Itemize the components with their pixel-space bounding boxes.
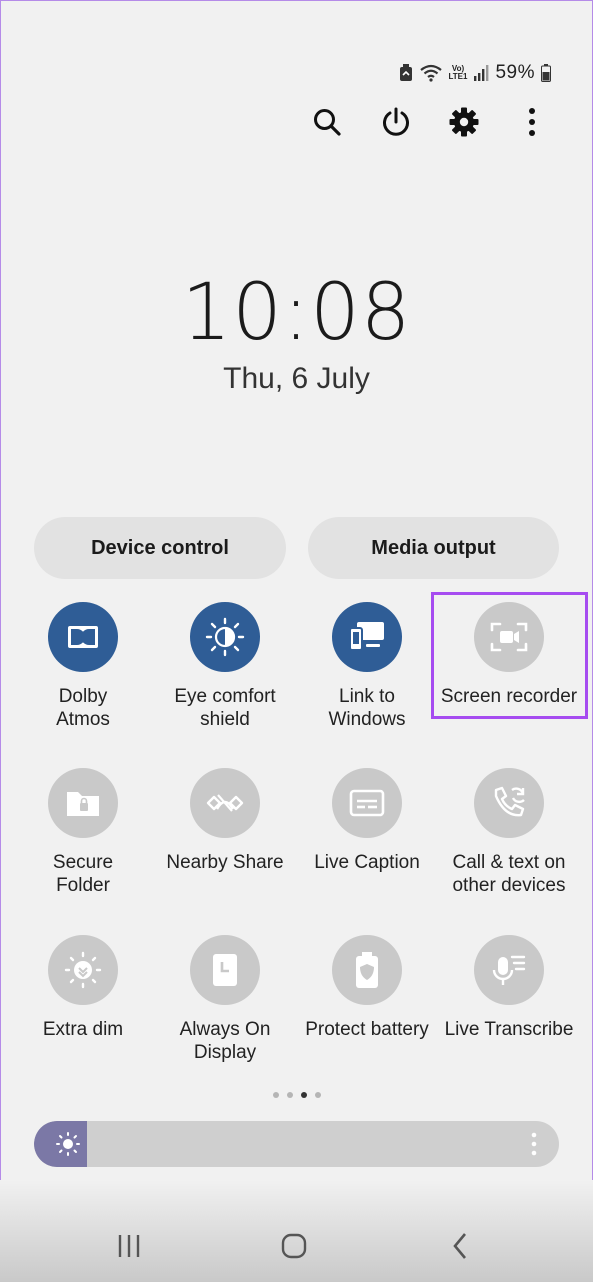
link-windows-icon xyxy=(349,622,384,651)
tile-label-line2: Folder xyxy=(56,875,110,896)
tile-toggle[interactable] xyxy=(332,768,402,838)
tile-label-line1: Dolby xyxy=(58,686,108,707)
tile-label-line1: Secure xyxy=(52,852,114,873)
tile-label: Call & text on other devices xyxy=(438,851,580,897)
tile-label-line1: Link to xyxy=(339,686,395,707)
search-icon xyxy=(314,109,341,136)
dolby-icon xyxy=(68,626,98,648)
page-dot[interactable] xyxy=(314,1092,321,1098)
tile-label: Live Transcribe xyxy=(438,1018,580,1041)
tile-label: Link to Windows xyxy=(296,685,438,731)
tile-toggle[interactable] xyxy=(474,768,544,838)
tile-eye-comfort-shield[interactable]: Eye comfort shield xyxy=(154,602,296,731)
tile-toggle[interactable] xyxy=(332,602,402,672)
more-options-button[interactable] xyxy=(510,100,554,144)
power-icon xyxy=(383,107,409,136)
page-dot[interactable] xyxy=(286,1092,293,1098)
wifi-icon xyxy=(419,64,442,82)
clock-time: 10:08 xyxy=(181,268,412,358)
transcribe-icon xyxy=(492,955,526,985)
tile-label-line2: Atmos xyxy=(56,709,110,730)
brightness-more-icon[interactable] xyxy=(531,1132,537,1156)
page-indicator xyxy=(0,1092,593,1098)
tile-label-line1: Protect battery xyxy=(305,1019,429,1040)
screen-recorder-highlight xyxy=(431,592,588,719)
nearby-share-icon xyxy=(206,794,244,812)
tile-label-line1: Nearby Share xyxy=(166,852,284,873)
tile-label-line2: shield xyxy=(200,709,250,730)
search-button[interactable] xyxy=(305,100,349,144)
network-label: Vo) LTE1 xyxy=(449,65,468,81)
lte-label: LTE1 xyxy=(448,72,468,81)
tile-dolby-atmos[interactable]: Dolby Atmos xyxy=(12,602,154,731)
caption-icon xyxy=(349,789,385,817)
tile-toggle[interactable] xyxy=(190,935,260,1005)
battery-icon xyxy=(541,64,551,82)
tile-toggle[interactable] xyxy=(332,935,402,1005)
tile-label-line1: Call & text on xyxy=(452,852,566,873)
tile-label-line2: other devices xyxy=(452,875,566,896)
back-button[interactable] xyxy=(438,1228,482,1264)
tile-label-line2: Windows xyxy=(328,709,406,730)
status-bar: Vo) LTE1 59% xyxy=(399,62,551,84)
tile-toggle[interactable] xyxy=(474,935,544,1005)
tile-secure-folder[interactable]: Secure Folder xyxy=(12,768,154,897)
more-icon xyxy=(529,108,535,136)
signal-icon xyxy=(474,65,489,81)
brightness-icon xyxy=(56,1132,80,1156)
back-icon xyxy=(453,1233,466,1259)
tile-label-line1: Extra dim xyxy=(42,1019,124,1040)
eye-comfort-icon xyxy=(205,617,245,657)
tile-label-line1: Live Caption xyxy=(314,852,420,873)
home-icon xyxy=(281,1233,307,1259)
tile-toggle[interactable] xyxy=(48,935,118,1005)
quick-panel-toolbar xyxy=(0,100,593,144)
brightness-slider[interactable] xyxy=(34,1121,559,1167)
tile-label: Extra dim xyxy=(12,1018,154,1041)
tile-toggle[interactable] xyxy=(48,602,118,672)
tile-live-transcribe[interactable]: Live Transcribe xyxy=(438,935,580,1041)
page-dot[interactable] xyxy=(272,1092,279,1098)
tile-label: Nearby Share xyxy=(154,851,296,874)
call-text-icon xyxy=(494,786,525,817)
tile-label-line2: Display xyxy=(193,1042,257,1063)
tile-label: Always On Display xyxy=(154,1018,296,1064)
tile-nearby-share[interactable]: Nearby Share xyxy=(154,768,296,874)
tile-live-caption[interactable]: Live Caption xyxy=(296,768,438,874)
clock-date: Thu, 6 July xyxy=(223,362,370,395)
tile-protect-battery[interactable]: Protect battery xyxy=(296,935,438,1041)
tile-always-on-display[interactable]: Always On Display xyxy=(154,935,296,1064)
tile-extra-dim[interactable]: Extra dim xyxy=(12,935,154,1041)
folder-icon xyxy=(67,792,99,816)
extra-dim-icon xyxy=(64,951,102,989)
protect-battery-icon xyxy=(356,952,378,988)
recents-button[interactable] xyxy=(107,1228,151,1264)
tile-toggle[interactable] xyxy=(190,768,260,838)
power-button[interactable] xyxy=(374,100,418,144)
tile-link-to-windows[interactable]: Link to Windows xyxy=(296,602,438,731)
tile-label-line1: Always On xyxy=(179,1019,271,1040)
recents-icon xyxy=(118,1235,140,1257)
tile-label: Protect battery xyxy=(296,1018,438,1041)
device-control-button[interactable]: Device control xyxy=(34,517,286,579)
battery-percent: 59% xyxy=(495,62,535,83)
always-on-icon xyxy=(213,954,237,986)
navigation-bar xyxy=(0,1180,593,1282)
tile-label: Live Caption xyxy=(296,851,438,874)
tile-label-line1: Live Transcribe xyxy=(444,1019,574,1040)
tile-call-text-other-devices[interactable]: Call & text on other devices xyxy=(438,768,580,897)
page-dot-current[interactable] xyxy=(300,1092,307,1098)
tile-label: Secure Folder xyxy=(12,851,154,897)
tile-label-line1: Eye comfort xyxy=(174,686,276,707)
media-output-button[interactable]: Media output xyxy=(308,517,559,579)
tile-toggle[interactable] xyxy=(190,602,260,672)
settings-button[interactable] xyxy=(442,100,486,144)
recycle-icon xyxy=(399,64,412,81)
tile-toggle[interactable] xyxy=(48,768,118,838)
tile-label: Dolby Atmos xyxy=(12,685,154,731)
tile-label: Eye comfort shield xyxy=(154,685,296,731)
home-button[interactable] xyxy=(272,1228,316,1264)
settings-icon xyxy=(449,107,479,137)
